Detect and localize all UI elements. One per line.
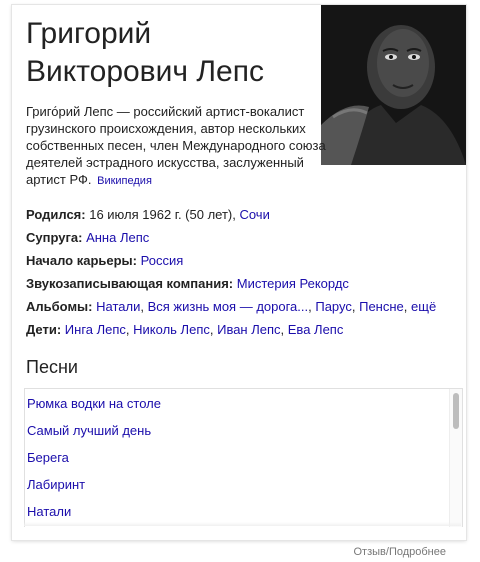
fact-career-start: Начало карьеры: Россия — [26, 249, 456, 272]
scrollbar-thumb[interactable] — [453, 393, 459, 429]
song-link[interactable]: Рюмка водки на столе — [27, 396, 161, 411]
entity-title: Григорий Викторович Лепс — [26, 17, 264, 88]
spouse-link[interactable]: Анна Лепс — [86, 230, 149, 245]
birthplace-link[interactable]: Сочи — [239, 207, 269, 222]
album-link[interactable]: Вся жизнь моя — дорога... — [148, 299, 309, 314]
song-item: Берега — [25, 444, 462, 471]
feedback-more-link[interactable]: Отзыв/Подробнее — [354, 546, 447, 558]
album-link[interactable]: Парус — [315, 299, 352, 314]
child-link[interactable]: Николь Лепс — [133, 322, 210, 337]
separator: , — [403, 299, 412, 314]
child-link[interactable]: Иван Лепс — [217, 322, 280, 337]
song-link[interactable]: Натали — [27, 504, 71, 519]
song-link[interactable]: Берега — [27, 450, 69, 465]
child-link[interactable]: Ева Лепс — [288, 322, 344, 337]
fact-albums: Альбомы: Натали, Вся жизнь моя — дорога.… — [26, 295, 456, 318]
separator: , — [209, 322, 218, 337]
portrait-photo[interactable] — [321, 5, 466, 165]
portrait-image — [321, 5, 466, 165]
fact-spouse: Супруга: Анна Лепс — [26, 226, 456, 249]
fact-label: Альбомы: — [26, 299, 93, 314]
facts-list: Родился: 16 июля 1962 г. (50 лет), Сочи … — [26, 203, 456, 341]
song-list: Рюмка водки на столе Самый лучший день Б… — [25, 390, 462, 525]
child-link[interactable]: Инга Лепс — [65, 322, 126, 337]
song-item: Самый лучший день — [25, 417, 462, 444]
albums-more-link[interactable]: ещё — [411, 299, 436, 314]
song-item: Натали — [25, 498, 462, 525]
fact-label: Родился: — [26, 207, 86, 222]
song-item: Рюмка водки на столе — [25, 390, 462, 417]
fact-label: Начало карьеры: — [26, 253, 137, 268]
list-fade — [24, 522, 461, 526]
description-text: Григо́рий Лепс — российский артист-вокал… — [26, 104, 326, 187]
song-link[interactable]: Самый лучший день — [27, 423, 151, 438]
separator: , — [140, 299, 148, 314]
fact-label: Звукозаписывающая компания: — [26, 276, 234, 291]
record-label-link[interactable]: Мистерия Рекордс — [237, 276, 349, 291]
song-item: Лабиринт — [25, 471, 462, 498]
fact-label-company: Звукозаписывающая компания: Мистерия Рек… — [26, 272, 456, 295]
fact-children: Дети: Инга Лепс, Николь Лепс, Иван Лепс,… — [26, 318, 456, 341]
career-start-link[interactable]: Россия — [141, 253, 184, 268]
fact-label: Дети: — [26, 322, 62, 337]
album-link[interactable]: Пенсне — [359, 299, 404, 314]
separator: , — [280, 322, 288, 337]
songs-scroll-list[interactable]: Рюмка водки на столе Самый лучший день Б… — [24, 388, 463, 527]
songs-heading: Песни — [26, 357, 78, 377]
fact-label: Супруга: — [26, 230, 83, 245]
song-link[interactable]: Лабиринт — [27, 477, 85, 492]
source-link[interactable]: Википедия — [97, 175, 152, 187]
songs-scrollbar[interactable] — [449, 389, 462, 527]
knowledge-panel: Григорий Викторович Лепс Григо́рий Лепс … — [12, 5, 466, 540]
entity-description: Григо́рий Лепс — российский артист-вокал… — [26, 103, 326, 190]
album-link[interactable]: Натали — [96, 299, 140, 314]
fact-born: Родился: 16 июля 1962 г. (50 лет), Сочи — [26, 203, 456, 226]
fact-value: 16 июля 1962 г. (50 лет), — [89, 207, 236, 222]
